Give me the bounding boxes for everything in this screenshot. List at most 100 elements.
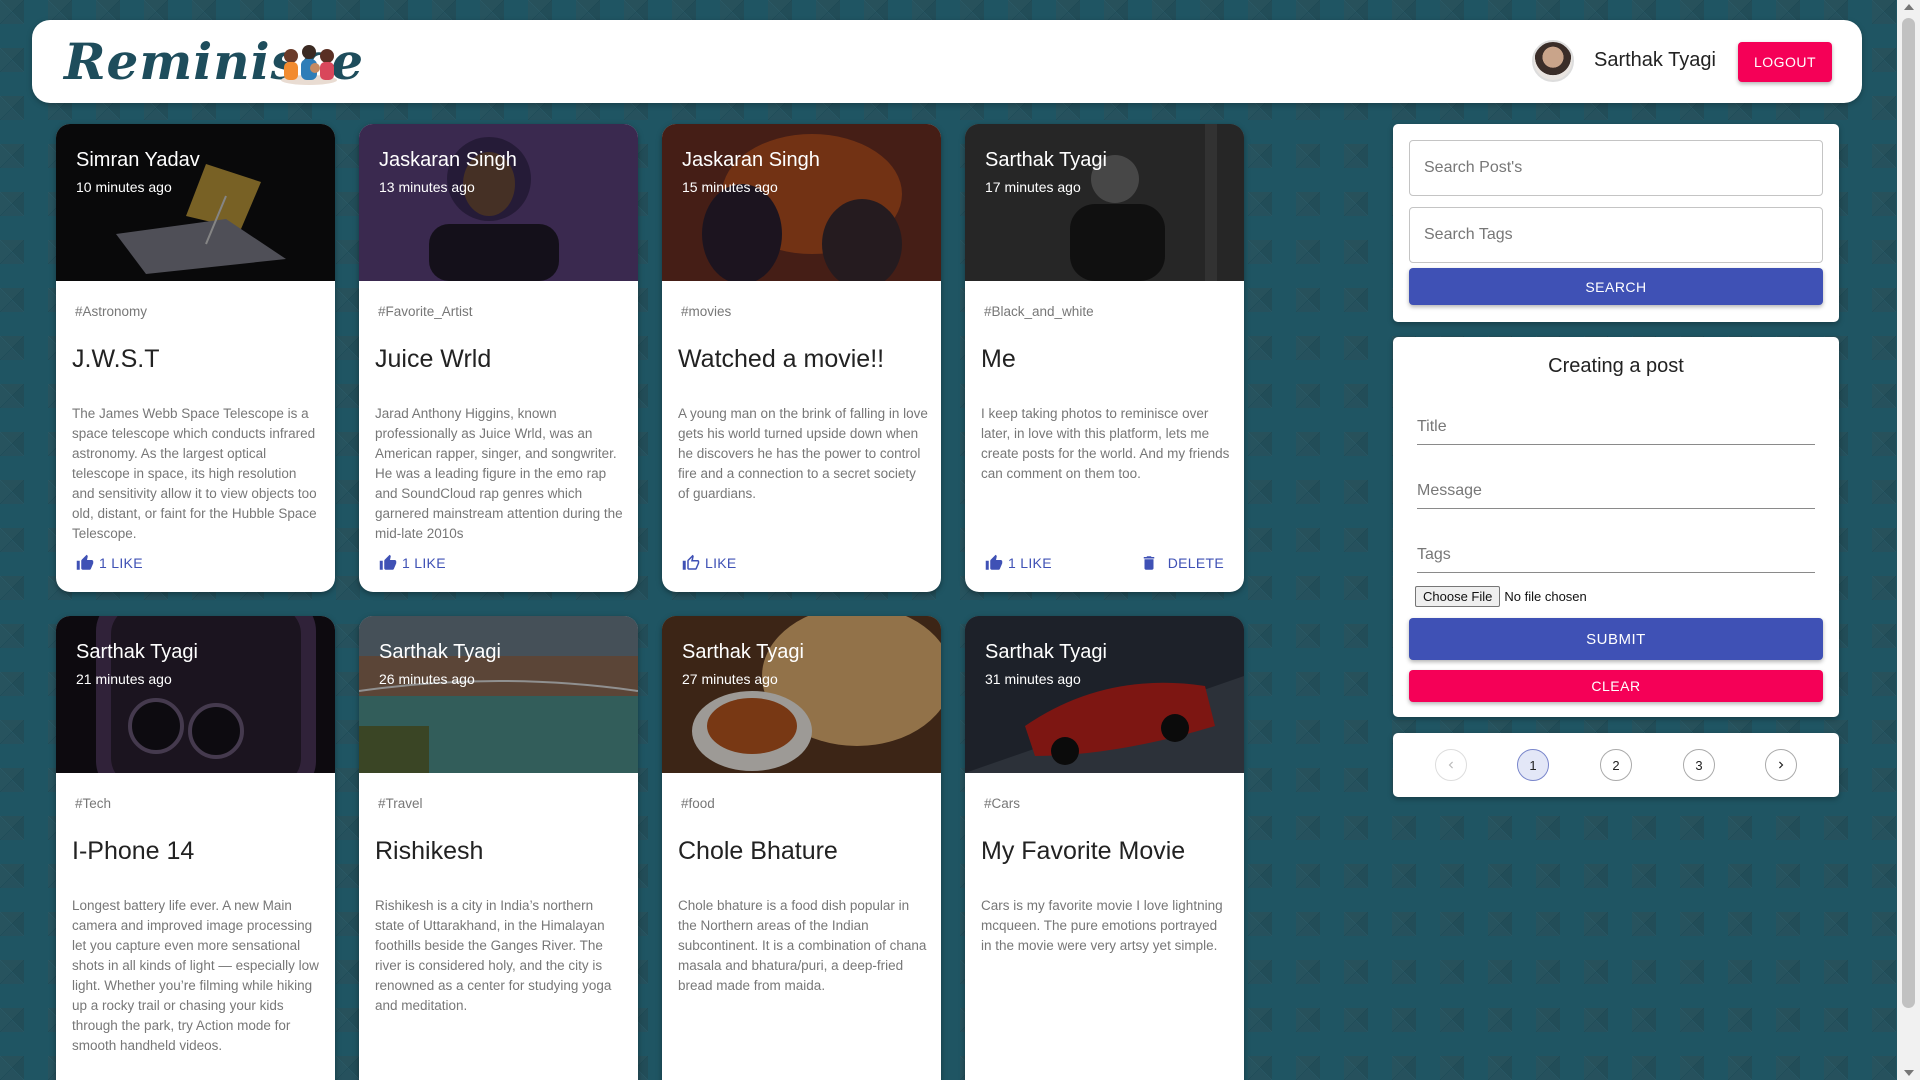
- post-tags: #Astronomy: [75, 304, 148, 319]
- delete-button[interactable]: DELETE: [1140, 554, 1224, 572]
- post-tags: #food: [681, 796, 715, 811]
- post-time: 21 minutes ago: [76, 671, 172, 687]
- post-author: Sarthak Tyagi: [682, 641, 804, 663]
- post-title: Chole Bhature: [678, 837, 838, 865]
- post-title: I-Phone 14: [72, 837, 195, 865]
- app-bar: Reminisce Sarthak Tyagi LOGOUT: [32, 20, 1862, 103]
- post-tags: #Cars: [984, 796, 1021, 811]
- post-author: Jaskaran Singh: [682, 149, 820, 171]
- post-message: Jarad Anthony Higgins, known professiona…: [375, 406, 623, 541]
- post-message: The James Webb Space Telescope is a spac…: [72, 406, 317, 541]
- scroll-up-icon[interactable]: [1904, 4, 1914, 10]
- scroll-down-icon[interactable]: [1904, 1070, 1914, 1076]
- message-field[interactable]: [1417, 479, 1815, 509]
- post-title: My Favorite Movie: [981, 837, 1186, 865]
- post-card: Sarthak Tyagi 26 minutes ago #Travel Ris…: [359, 616, 638, 1080]
- user-name: Sarthak Tyagi: [1594, 49, 1716, 71]
- post-image: Jaskaran Singh 13 minutes ago: [359, 124, 638, 281]
- chevron-left-icon: [1448, 761, 1453, 769]
- post-message: I keep taking photos to reminisce over l…: [981, 406, 1230, 481]
- search-tags-input[interactable]: [1409, 207, 1823, 263]
- file-status: No file chosen: [1504, 589, 1587, 604]
- search-posts-input[interactable]: [1409, 140, 1823, 196]
- like-button[interactable]: 1 LIKE: [985, 554, 1052, 572]
- chevron-right-icon: [1779, 761, 1784, 769]
- post-card: Simran Yadav 10 minutes ago #Astronomy J…: [56, 124, 335, 592]
- clear-button[interactable]: CLEAR: [1409, 670, 1823, 702]
- choose-file-button[interactable]: Choose File: [1415, 586, 1501, 607]
- post-author: Sarthak Tyagi: [985, 641, 1107, 663]
- post-title: Juice Wrld: [375, 345, 492, 373]
- post-card: Sarthak Tyagi 31 minutes ago #Cars My Fa…: [965, 616, 1244, 1080]
- post-message: Longest battery life ever. A new Main ca…: [72, 898, 319, 1053]
- page-button-2[interactable]: 2: [1600, 749, 1632, 781]
- like-label: 1 LIKE: [402, 555, 446, 571]
- post-title: Me: [981, 345, 1016, 373]
- post-author: Simran Yadav: [76, 149, 200, 171]
- post-time: 27 minutes ago: [682, 671, 778, 687]
- post-message: Rishikesh is a city in India’s northern …: [375, 898, 612, 1013]
- like-button[interactable]: LIKE: [682, 554, 737, 572]
- post-message: Chole bhature is a food dish popular in …: [678, 898, 927, 993]
- post-tags: #movies: [681, 304, 732, 319]
- page-scrollbar[interactable]: [1897, 0, 1920, 1080]
- create-post-form: Creating a post Choose File No file chos…: [1393, 337, 1839, 717]
- post-card: Sarthak Tyagi 21 minutes ago #Tech I-Pho…: [56, 616, 335, 1080]
- post-image: Sarthak Tyagi 21 minutes ago: [56, 616, 335, 796]
- post-actions: 1 LIKE: [76, 554, 315, 578]
- trash-icon: [1143, 556, 1154, 570]
- logout-button[interactable]: LOGOUT: [1738, 42, 1832, 82]
- post-title: J.W.S.T: [72, 345, 160, 373]
- post-author: Sarthak Tyagi: [985, 149, 1107, 171]
- form-title: Creating a post: [1548, 355, 1684, 377]
- post-image: Sarthak Tyagi 27 minutes ago: [662, 616, 941, 773]
- submit-button[interactable]: SUBMIT: [1409, 618, 1823, 660]
- post-time: 15 minutes ago: [682, 179, 778, 195]
- tags-field[interactable]: [1417, 543, 1815, 573]
- like-label: 1 LIKE: [99, 555, 143, 571]
- search-panel: SEARCH: [1393, 124, 1839, 322]
- post-author: Sarthak Tyagi: [76, 641, 198, 663]
- post-title: Rishikesh: [375, 837, 484, 865]
- delete-label: DELETE: [1167, 555, 1224, 571]
- family-icon: [281, 45, 337, 85]
- thumb-up-icon: [985, 554, 1003, 570]
- post-tags: #Tech: [75, 796, 112, 811]
- post-actions: 1 LIKE DELETE: [985, 554, 1224, 578]
- thumb-up-icon: [76, 554, 94, 570]
- post-message: Cars is my favorite movie I love lightni…: [981, 898, 1223, 953]
- post-tags: #Travel: [378, 796, 423, 811]
- search-button[interactable]: SEARCH: [1409, 268, 1823, 305]
- post-author: Sarthak Tyagi: [379, 641, 501, 663]
- user-avatar[interactable]: [1532, 40, 1574, 82]
- page-button-3[interactable]: 3: [1683, 749, 1715, 781]
- post-time: 17 minutes ago: [985, 179, 1081, 195]
- like-label: 1 LIKE: [1008, 555, 1052, 571]
- page-button-1[interactable]: 1: [1517, 749, 1549, 781]
- post-card: Jaskaran Singh 13 minutes ago #Favorite_…: [359, 124, 638, 592]
- post-image: Jaskaran Singh 15 minutes ago: [662, 124, 941, 289]
- post-title: Watched a movie!!: [678, 345, 885, 373]
- like-button[interactable]: 1 LIKE: [76, 554, 143, 572]
- like-button[interactable]: 1 LIKE: [379, 554, 446, 572]
- post-time: 13 minutes ago: [379, 179, 475, 195]
- next-page-button[interactable]: [1765, 749, 1797, 781]
- post-actions: LIKE: [682, 554, 921, 578]
- thumb-up-outline-icon: [682, 554, 700, 570]
- post-image: Sarthak Tyagi 31 minutes ago: [965, 616, 1244, 773]
- post-tags: #Favorite_Artist: [378, 304, 473, 319]
- post-card: Jaskaran Singh 15 minutes ago #movies Wa…: [662, 124, 941, 592]
- post-time: 31 minutes ago: [985, 671, 1081, 687]
- post-image: Sarthak Tyagi 26 minutes ago: [359, 616, 638, 773]
- title-field[interactable]: [1417, 415, 1815, 445]
- scroll-thumb[interactable]: [1902, 18, 1915, 1008]
- prev-page-button[interactable]: [1435, 749, 1467, 781]
- file-upload: Choose File No file chosen: [1415, 586, 1587, 607]
- post-card: Sarthak Tyagi 17 minutes ago #Black_and_…: [965, 124, 1244, 592]
- thumb-up-icon: [379, 554, 397, 570]
- post-message: A young man on the brink of falling in l…: [678, 406, 928, 501]
- post-author: Jaskaran Singh: [379, 149, 517, 171]
- like-label: LIKE: [705, 555, 737, 571]
- post-time: 26 minutes ago: [379, 671, 475, 687]
- post-time: 10 minutes ago: [76, 179, 172, 195]
